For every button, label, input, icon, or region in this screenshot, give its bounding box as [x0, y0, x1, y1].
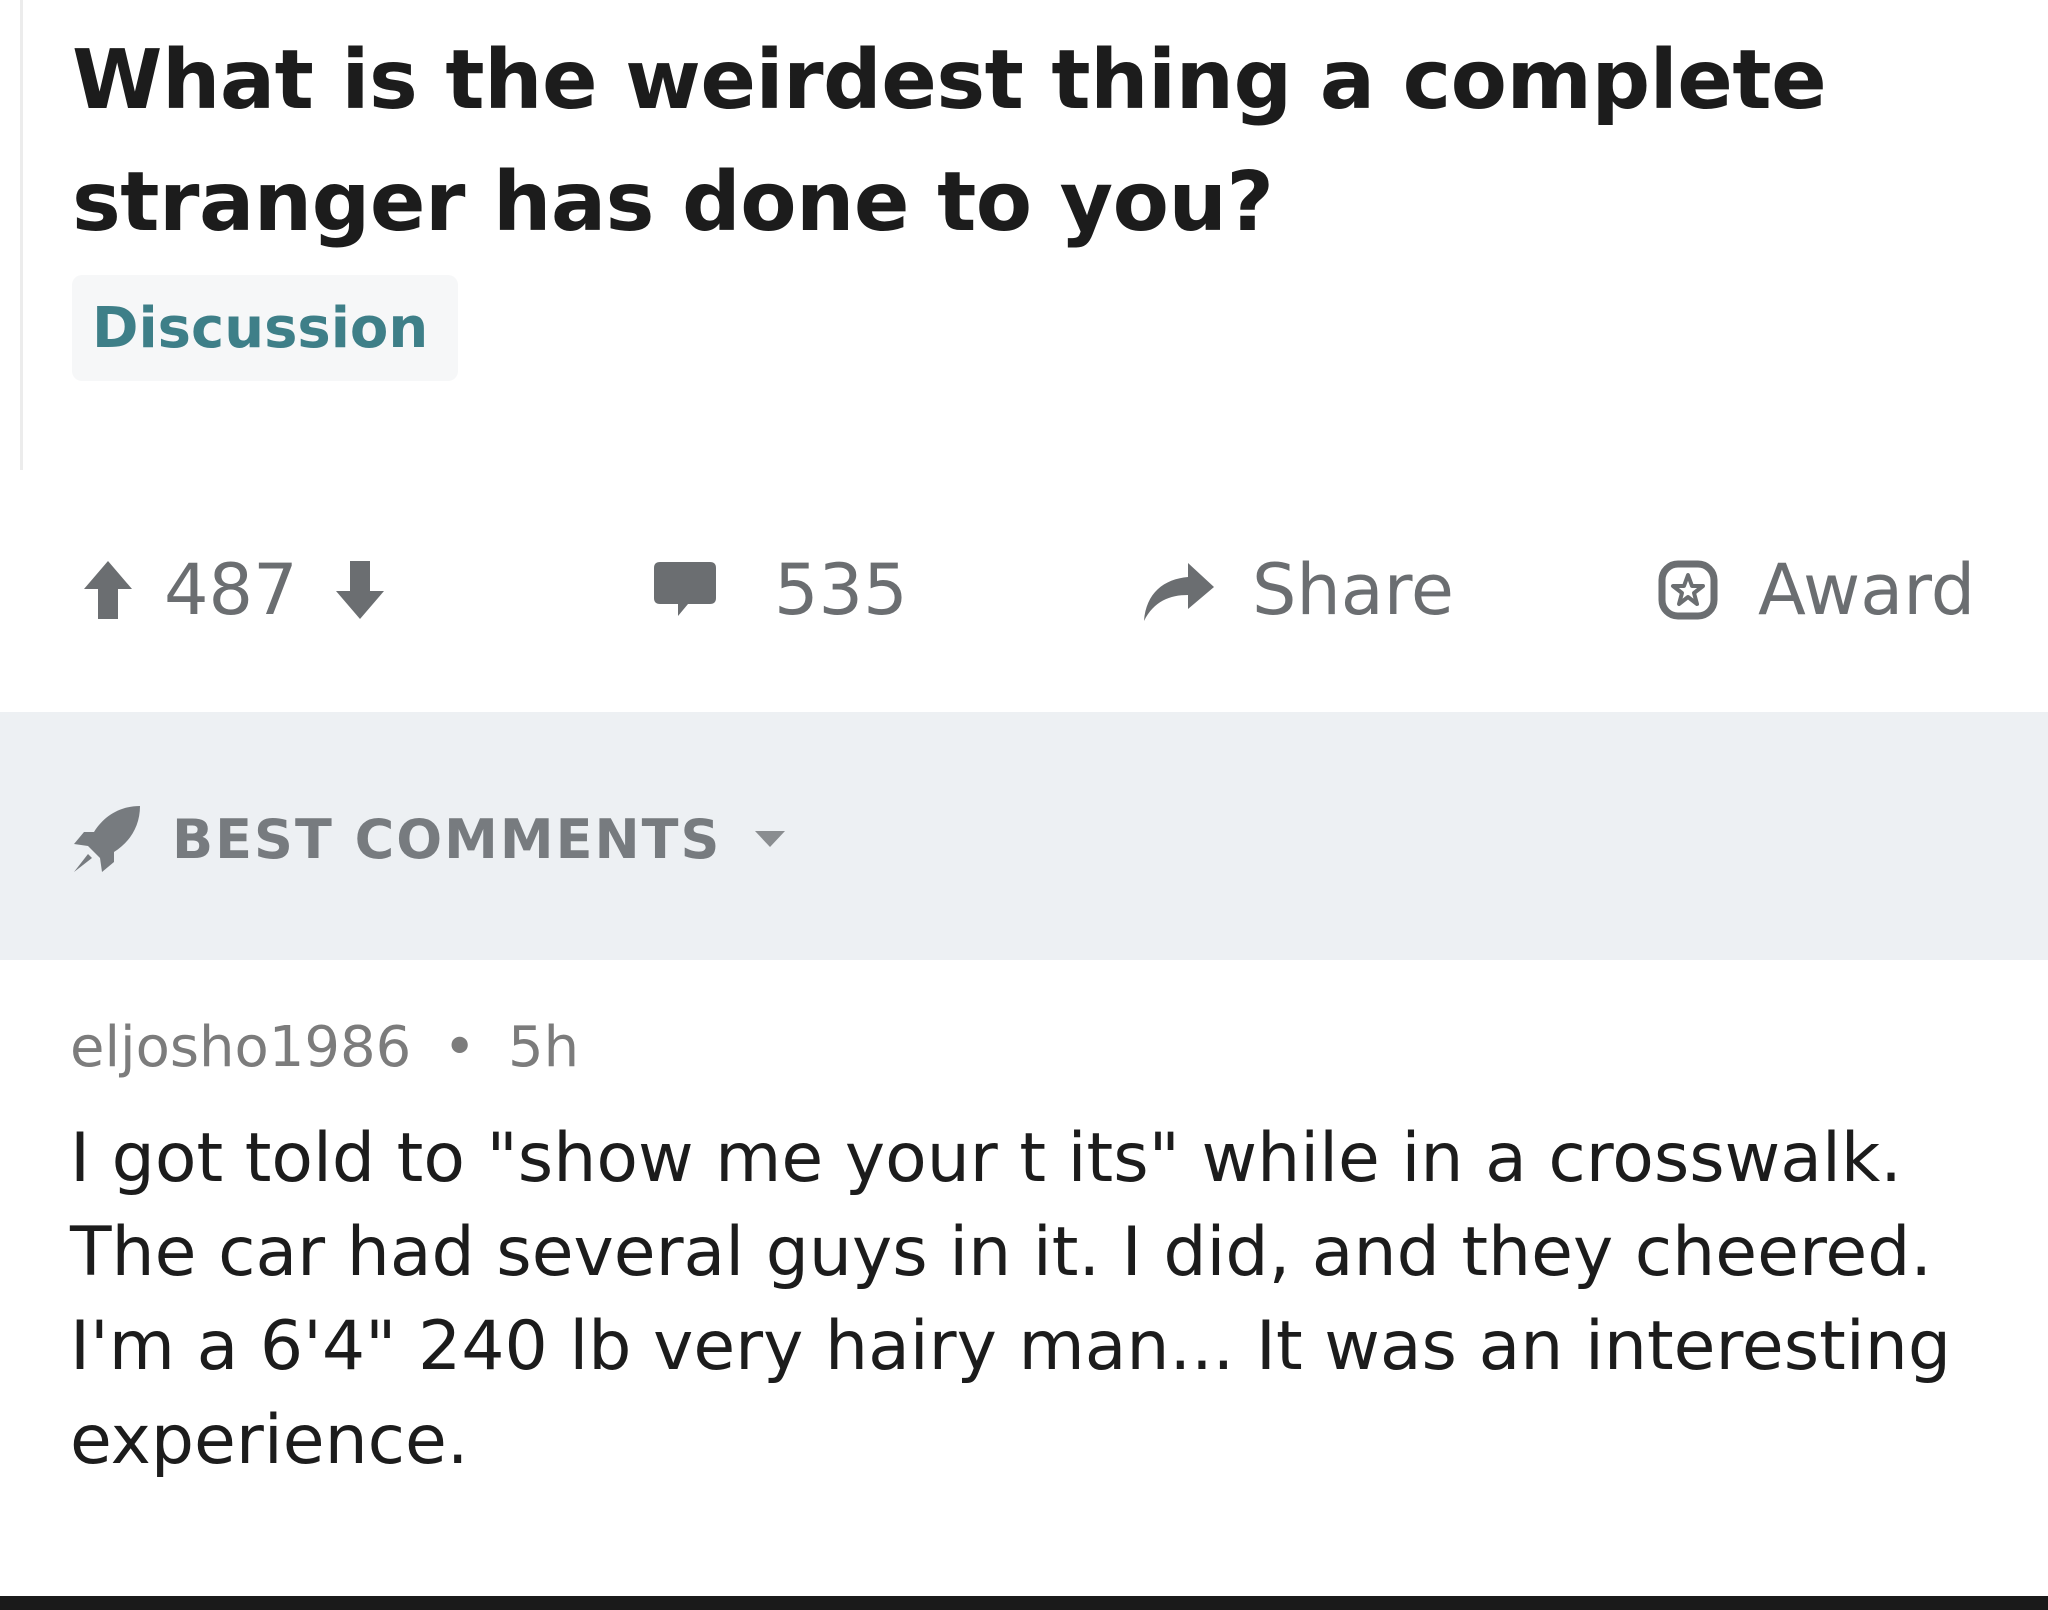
post-title[interactable]: What is the weirdest thing a complete st…	[72, 20, 1972, 264]
arrow-up-icon[interactable]	[82, 559, 134, 621]
comment-age: 5h	[507, 1015, 580, 1080]
vote-score: 487	[164, 549, 298, 631]
share-button[interactable]: Share	[1138, 540, 1454, 640]
comments-button[interactable]: 535	[652, 540, 908, 640]
post-flair[interactable]: Discussion	[72, 275, 459, 381]
rocket-icon	[74, 806, 140, 872]
award-button[interactable]: Award	[1656, 540, 1975, 640]
vote-widget: 487	[82, 540, 386, 640]
meta-separator: •	[443, 1015, 477, 1080]
share-arrow-icon	[1144, 563, 1214, 621]
comment-sort-bar: BEST COMMENTS	[0, 712, 2048, 960]
comment-bubble-icon	[654, 562, 716, 616]
post-action-bar: 487 535 Share Award	[0, 540, 2048, 640]
post-left-border	[0, 0, 23, 470]
caret-down-icon	[755, 831, 786, 847]
sort-dropdown[interactable]: BEST COMMENTS	[70, 802, 787, 876]
share-label: Share	[1252, 549, 1455, 631]
arrow-down-icon[interactable]	[334, 559, 386, 621]
bottom-edge-bar	[0, 1596, 2048, 1610]
award-badge-icon	[1658, 560, 1718, 620]
award-label: Award	[1758, 549, 1976, 631]
comment-meta: eljosho1986 • 5h	[70, 1015, 579, 1080]
comment-count: 535	[774, 549, 908, 631]
sort-label: BEST COMMENTS	[172, 807, 722, 871]
comment-author[interactable]: eljosho1986	[70, 1015, 411, 1080]
comment-body: I got told to "show me your t its" while…	[70, 1119, 1951, 1480]
